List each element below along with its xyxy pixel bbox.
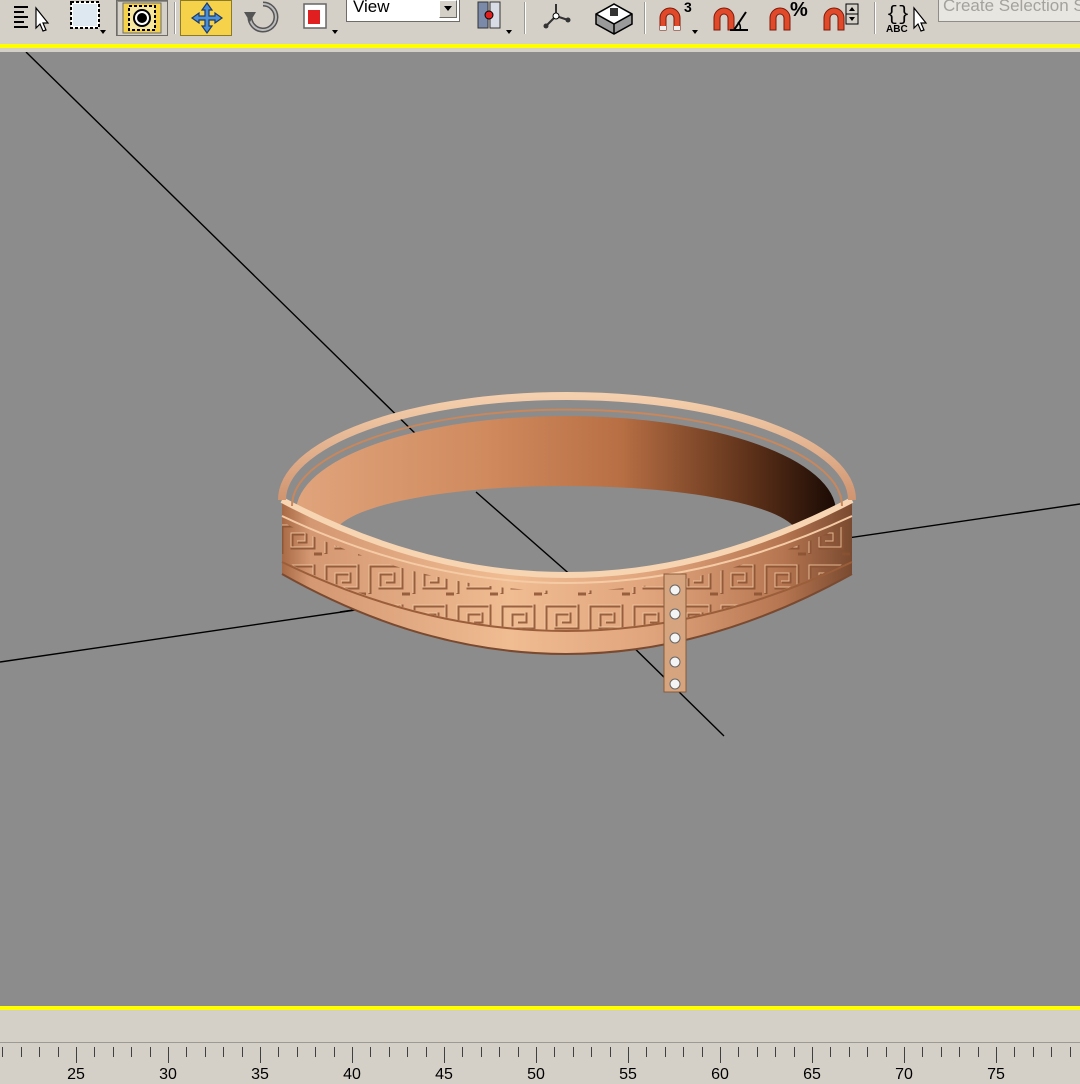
timeline-frame-label: 45 [435, 1066, 453, 1083]
select-by-name-icon[interactable] [8, 0, 54, 36]
timeline-frame-label: 35 [251, 1066, 269, 1083]
timeline-major-tick [536, 1047, 537, 1063]
timeline-major-tick [76, 1047, 77, 1063]
timeline-tick [978, 1047, 979, 1057]
timeline-tick [757, 1047, 758, 1057]
timeline-tick [610, 1047, 611, 1057]
spinner-snap-toggle-icon[interactable] [818, 0, 864, 36]
timeline-major-tick [720, 1047, 721, 1063]
timeline-tick [94, 1047, 95, 1057]
timeline-major-tick [996, 1047, 997, 1063]
timeline-tick [794, 1047, 795, 1057]
timeline-tick [21, 1047, 22, 1057]
timeline-major-tick [904, 1047, 905, 1063]
timeline-frame-label: 70 [895, 1066, 913, 1083]
timeline-tick [591, 1047, 592, 1057]
time-slider-panel: 25 30 35 40 45 50 55 60 65 70 75 [0, 1014, 1080, 1083]
timeline-tick [554, 1047, 555, 1057]
keyboard-shortcut-override-icon[interactable] [590, 0, 636, 36]
timeline-tick [1014, 1047, 1015, 1057]
timeline-tick [481, 1047, 482, 1057]
timeline-tick [389, 1047, 390, 1057]
timeline-tick [830, 1047, 831, 1057]
timeline-tick [223, 1047, 224, 1057]
active-viewport-top-border [0, 44, 1080, 48]
timeline-major-tick [168, 1047, 169, 1063]
timeline-tick [665, 1047, 666, 1057]
timeline-tick [426, 1047, 427, 1057]
perspective-viewport[interactable] [0, 52, 1080, 1006]
active-viewport-bottom-border [0, 1006, 1080, 1010]
main-toolbar: View 3 % {} ABC Create Selection S [0, 0, 1080, 45]
timeline-tick [849, 1047, 850, 1057]
reference-coordinate-value: View [353, 0, 390, 16]
timeline-tick [278, 1047, 279, 1057]
timeline-tick [39, 1047, 40, 1057]
snaps-toggle-icon[interactable]: 3 [652, 0, 698, 36]
named-selection-set-placeholder: Create Selection Set [943, 0, 1080, 15]
timeline-tick [1051, 1047, 1052, 1057]
select-and-rotate-icon[interactable] [240, 0, 286, 36]
timeline-frame-label: 75 [987, 1066, 1005, 1083]
edit-named-selection-sets-icon[interactable]: {} ABC [882, 0, 934, 36]
percent-snap-toggle-icon[interactable]: % [764, 0, 810, 36]
timeline-tick [315, 1047, 316, 1057]
timeline-tick [775, 1047, 776, 1057]
timeline-frame-label: 40 [343, 1066, 361, 1083]
timeline-tick [242, 1047, 243, 1057]
abc-label: ABC [886, 24, 908, 35]
percent-label: % [790, 0, 808, 21]
timeline-tick [702, 1047, 703, 1057]
timeline-major-tick [444, 1047, 445, 1063]
timeline-tick [462, 1047, 463, 1057]
timeline-tick [1070, 1047, 1071, 1057]
select-and-move-icon[interactable] [180, 0, 232, 36]
window-crossing-icon[interactable] [116, 0, 168, 36]
timeline-tick [370, 1047, 371, 1057]
timeline-tick [407, 1047, 408, 1057]
timeline-major-tick [628, 1047, 629, 1063]
timeline-tick [150, 1047, 151, 1057]
timeline-tick [683, 1047, 684, 1057]
timeline-tick [573, 1047, 574, 1057]
timeline-tick [738, 1047, 739, 1057]
timeline-tick [334, 1047, 335, 1057]
snap-dimension-label: 3 [684, 0, 692, 15]
timeline-tick [205, 1047, 206, 1057]
timeline-major-tick [352, 1047, 353, 1063]
timeline-major-tick [812, 1047, 813, 1063]
timeline-frame-label: 50 [527, 1066, 545, 1083]
rectangular-selection-region-icon[interactable] [62, 0, 108, 36]
reference-coordinate-system-dropdown[interactable]: View [346, 0, 460, 22]
named-selection-set-field[interactable]: Create Selection Set [938, 0, 1080, 22]
timeline-tick [131, 1047, 132, 1057]
track-bar[interactable]: 25 30 35 40 45 50 55 60 65 70 75 [0, 1042, 1080, 1083]
timeline-tick [867, 1047, 868, 1057]
select-and-manipulate-icon[interactable] [534, 0, 580, 36]
timeline-tick [58, 1047, 59, 1057]
use-pivot-point-center-icon[interactable] [468, 0, 514, 36]
timeline-frame-label: 55 [619, 1066, 637, 1083]
timeline-tick [113, 1047, 114, 1057]
select-and-scale-icon[interactable] [294, 0, 340, 36]
timeline-frame-label: 60 [711, 1066, 729, 1083]
timeline-tick [2, 1047, 3, 1057]
timeline-tick [941, 1047, 942, 1057]
timeline-tick [959, 1047, 960, 1057]
angle-snap-toggle-icon[interactable] [708, 0, 754, 36]
viewport-scene [0, 52, 1080, 737]
timeline-tick [186, 1047, 187, 1057]
timeline-tick [297, 1047, 298, 1057]
timeline-tick [886, 1047, 887, 1057]
timeline-tick [646, 1047, 647, 1057]
timeline-tick [922, 1047, 923, 1057]
timeline-tick [518, 1047, 519, 1057]
timeline-tick [1033, 1047, 1034, 1057]
timeline-frame-label: 65 [803, 1066, 821, 1083]
chevron-down-icon[interactable] [439, 0, 457, 18]
timeline-major-tick [260, 1047, 261, 1063]
timeline-tick [499, 1047, 500, 1057]
timeline-frame-label: 25 [67, 1066, 85, 1083]
timeline-frame-label: 30 [159, 1066, 177, 1083]
